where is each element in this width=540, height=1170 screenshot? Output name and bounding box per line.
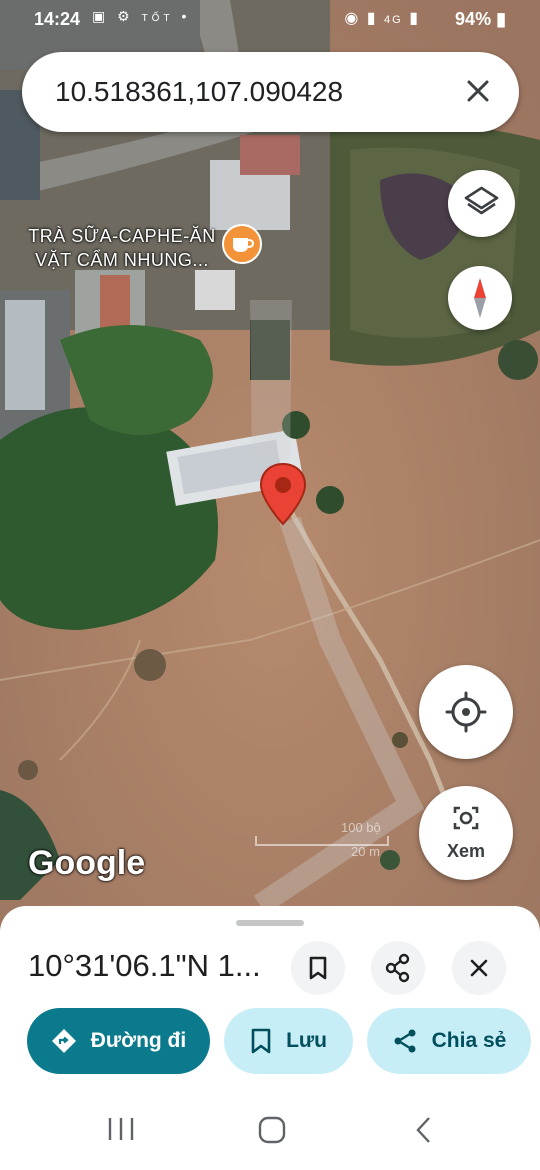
back-icon[interactable] [412, 1115, 436, 1145]
layers-icon [464, 186, 499, 215]
recent-apps-icon[interactable] [106, 1116, 136, 1142]
save-label: Lưu [286, 1029, 327, 1052]
close-icon[interactable] [461, 74, 495, 108]
scale-bottom-label: 20 m [351, 844, 380, 859]
poi-label[interactable]: TRÀ SỮA-CAPHE-ĂN VẶT CẨM NHUNG... [22, 224, 222, 272]
network-type: 4G [384, 14, 403, 26]
share-button[interactable]: Chia sẻ [367, 1008, 531, 1074]
sheet-drag-handle[interactable] [236, 920, 304, 926]
status-time: 14:24 [34, 9, 81, 29]
lens-label: Xem [446, 841, 486, 861]
system-nav-bar [0, 1090, 540, 1170]
carrier-badge: TỐT [141, 13, 174, 24]
compass-icon [474, 278, 486, 318]
save-icon-button[interactable] [291, 941, 345, 995]
share-icon [385, 953, 410, 983]
layers-button[interactable] [448, 170, 515, 237]
scale-top-label: 100 bộ [341, 820, 381, 835]
coffee-cup-icon[interactable] [222, 224, 262, 264]
settings-icon: ⚙ [117, 8, 134, 24]
place-bottom-sheet[interactable]: 10°31'06.1"N 1... Đường đi Lưu Chia sẻ [0, 906, 540, 1170]
bookmark-icon [309, 956, 327, 980]
directions-label: Đường đi [90, 1029, 187, 1052]
close-icon [470, 959, 488, 977]
place-title: 10°31'06.1"N 1... [28, 948, 261, 983]
share-icon-button[interactable] [371, 941, 425, 995]
battery-level: 94% ▮ [455, 9, 506, 30]
battery-icon: ▮ [496, 9, 506, 29]
camera-lens-icon [453, 806, 479, 830]
share-label: Chia sẻ [431, 1029, 507, 1052]
photo-icon: ▣ [92, 8, 110, 24]
directions-icon [51, 1029, 76, 1053]
search-query[interactable]: 10.518361,107.090428 [55, 76, 343, 108]
location-icon: ◉ [344, 10, 361, 27]
directions-button[interactable]: Đường đi [27, 1008, 210, 1074]
my-location-icon [445, 691, 487, 733]
lens-button[interactable]: Xem [419, 786, 513, 880]
status-bar: 14:24 ▣ ⚙ TỐT • ◉ ▮ 4G ▮ 94% ▮ [0, 0, 540, 40]
compass-button[interactable] [448, 266, 512, 330]
signal-icon: ▮ [366, 10, 378, 27]
signal-icon-2: ▮ [409, 10, 420, 27]
dot-icon: • [181, 8, 191, 24]
share-icon [394, 1029, 416, 1053]
scale-bar: 100 bộ 20 m [255, 820, 395, 860]
location-pin-icon[interactable] [258, 462, 308, 526]
save-button[interactable]: Lưu [224, 1008, 353, 1074]
my-location-button[interactable] [419, 665, 513, 759]
notification-icons: ▣ ⚙ TỐT • [92, 8, 190, 25]
home-icon[interactable] [257, 1115, 287, 1145]
battery-text: 94% [455, 9, 492, 29]
google-watermark: Google [28, 844, 146, 882]
close-sheet-button[interactable] [452, 941, 506, 995]
system-icons: ◉ ▮ 4G ▮ [344, 8, 420, 28]
bookmark-icon [251, 1028, 271, 1054]
search-bar[interactable]: 10.518361,107.090428 [22, 52, 519, 132]
